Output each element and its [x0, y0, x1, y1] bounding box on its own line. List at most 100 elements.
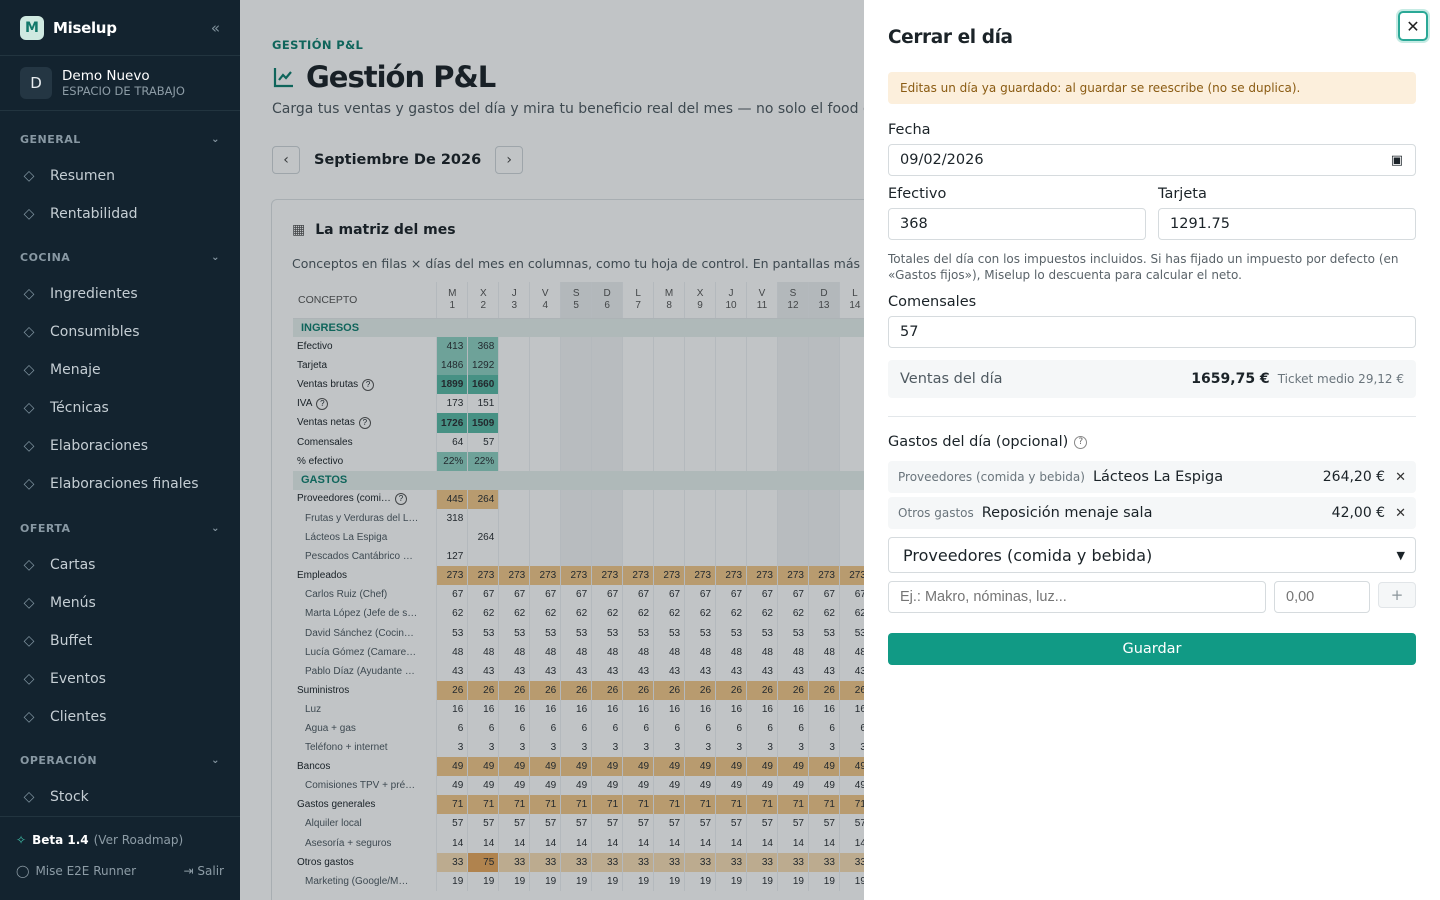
divider	[888, 416, 1416, 417]
chevron-down-icon: ⌄	[211, 133, 220, 145]
day-sales-value: 1659,75 €	[1191, 371, 1270, 387]
close-day-drawer: ✕ Cerrar el día Editas un día ya guardad…	[864, 0, 1440, 900]
day-sales-summary: Ventas del día 1659,75 € Ticket medio 29…	[888, 360, 1416, 398]
expense-concept-input[interactable]	[888, 581, 1266, 613]
expense-amount: 264,20 €	[1322, 469, 1386, 485]
expense-category-select[interactable]: Proveedores (comida y bebida) ▼	[888, 537, 1416, 573]
cloche-icon: ◇	[23, 633, 35, 649]
workspace-switcher[interactable]: D Demo Nuevo ESPACIO DE TRABAJO	[0, 56, 240, 111]
calendar-icon[interactable]: ▣	[1391, 153, 1403, 168]
sidebar: M Miselup « D Demo Nuevo ESPACIO DE TRAB…	[0, 0, 240, 900]
collapse-sidebar-icon[interactable]: «	[211, 19, 220, 37]
carrot-icon: ◇	[23, 286, 35, 302]
sidebar-item-label: Elaboraciones	[50, 438, 149, 454]
package-icon: ◇	[23, 789, 35, 805]
drawer-title: Cerrar el día	[888, 27, 1013, 48]
sidebar-item[interactable]: ◇ Stock	[0, 778, 240, 816]
sidebar-item-label: Menús	[50, 595, 96, 611]
close-icon: ✕	[1406, 16, 1420, 36]
clipboard-icon: ◇	[23, 595, 35, 611]
sidebar-item-label: Consumibles	[50, 324, 140, 340]
sidebar-item[interactable]: ◇ Rentabilidad	[0, 195, 240, 233]
sidebar-item[interactable]: ◇ Elaboraciones finales	[0, 465, 240, 503]
help-icon[interactable]: ?	[1074, 435, 1088, 449]
sidebar-item[interactable]: ◇ Cartas	[0, 546, 240, 584]
sidebar-footer: ✧ Beta 1.4 (Ver Roadmap) ◯ Mise E2E Runn…	[0, 816, 240, 878]
remove-expense-icon[interactable]: ✕	[1395, 470, 1406, 485]
tarjeta-input[interactable]: 1291.75	[1158, 208, 1416, 240]
sidebar-item-label: Eventos	[50, 671, 106, 687]
nav-section-title: COCINA	[20, 250, 71, 264]
expense-row: Proveedores (comida y bebida) Lácteos La…	[888, 461, 1416, 493]
expense-row: Otros gastos Reposición menaje sala 42,0…	[888, 497, 1416, 529]
roadmap-link[interactable]: (Ver Roadmap)	[94, 833, 184, 847]
user-icon: ◯	[16, 864, 30, 878]
logout-button[interactable]: ⇥ Salir	[184, 864, 224, 878]
nav-section-title: OFERTA	[20, 521, 71, 535]
sparkle-icon: ✧	[16, 833, 27, 847]
nav-section-header[interactable]: OFERTA ⌄	[0, 517, 240, 539]
workspace-name: Demo Nuevo	[62, 67, 150, 84]
expenses-title-row: Gastos del día (opcional) ?	[888, 434, 1088, 450]
logout-icon: ⇥	[183, 864, 198, 878]
sidebar-item-label: Rentabilidad	[50, 206, 138, 222]
nav-section: COCINA ⌄ ◇ Ingredientes ◇ Consumibles ◇ Menaje ◇…	[0, 246, 240, 503]
sidebar-item[interactable]: ◇ Clientes	[0, 698, 240, 736]
user-row: ◯ Mise E2E Runner ⇥ Salir	[16, 864, 224, 878]
selected-category: Proveedores (comida y bebida)	[903, 545, 1153, 565]
nav-section: OPERACIÓN ⌄ ◇ Stock	[0, 749, 240, 816]
sidebar-item[interactable]: ◇ Resumen	[0, 157, 240, 195]
sidebar-item[interactable]: ◇ Eventos	[0, 660, 240, 698]
party-icon: ◇	[23, 671, 35, 687]
chevron-down-icon: ⌄	[211, 522, 220, 534]
expense-amount: 42,00 €	[1331, 505, 1386, 521]
edit-warning: Editas un día ya guardado: al guardar se…	[888, 72, 1416, 104]
grid-icon: ◇	[23, 168, 35, 184]
bar-chart-icon: ◇	[23, 206, 35, 222]
user-name: Mise E2E Runner	[35, 864, 137, 878]
book-icon: ◇	[23, 557, 35, 573]
close-drawer-button[interactable]: ✕	[1398, 11, 1428, 41]
nav-section-title: OPERACIÓN	[20, 753, 98, 767]
brand-bar: M Miselup «	[0, 0, 240, 56]
sidebar-item-label: Clientes	[50, 709, 107, 725]
sidebar-item[interactable]: ◇ Elaboraciones	[0, 427, 240, 465]
workspace-avatar: D	[20, 67, 52, 99]
nav-section-header[interactable]: COCINA ⌄	[0, 246, 240, 268]
chevron-down-icon: ⌄	[211, 754, 220, 766]
expense-category: Otros gastos	[898, 506, 974, 520]
tax-help-text: Totales del día con los impuestos inclui…	[888, 252, 1399, 282]
sidebar-item[interactable]: ◇ Buffet	[0, 622, 240, 660]
sidebar-item-label: Elaboraciones finales	[50, 476, 199, 492]
nav-section-title: GENERAL	[20, 132, 81, 146]
expense-name: Lácteos La Espiga	[1092, 469, 1224, 485]
sidebar-item[interactable]: ◇ Técnicas	[0, 389, 240, 427]
box-icon: ◇	[23, 324, 35, 340]
expense-amount-input[interactable]	[1274, 581, 1370, 613]
save-button[interactable]: Guardar	[888, 633, 1416, 665]
comensales-input[interactable]: 57	[888, 316, 1416, 348]
modal-overlay[interactable]	[240, 0, 864, 900]
nav-section-header[interactable]: OPERACIÓN ⌄	[0, 749, 240, 771]
beta-link[interactable]: ✧ Beta 1.4 (Ver Roadmap)	[16, 833, 224, 847]
sidebar-item[interactable]: ◇ Menús	[0, 584, 240, 622]
sidebar-item-label: Menaje	[50, 362, 101, 378]
sidebar-item-label: Cartas	[50, 557, 96, 573]
nav-section: OFERTA ⌄ ◇ Cartas ◇ Menús ◇ Buffet ◇ Eventos ◇ Clie…	[0, 517, 240, 736]
graduation-icon: ◇	[23, 400, 35, 416]
efectivo-input[interactable]: 368	[888, 208, 1146, 240]
beta-version: Beta 1.4	[32, 833, 89, 847]
add-expense-button[interactable]: +	[1378, 582, 1416, 608]
sidebar-item[interactable]: ◇ Menaje	[0, 351, 240, 389]
tarjeta-label: Tarjeta	[1158, 186, 1207, 202]
sidebar-item-label: Resumen	[50, 168, 116, 184]
nav-section-header[interactable]: GENERAL ⌄	[0, 128, 240, 150]
workspace-type: ESPACIO DE TRABAJO	[62, 83, 185, 98]
fecha-input[interactable]: 09/02/2026 ▣	[888, 144, 1416, 176]
remove-expense-icon[interactable]: ✕	[1395, 506, 1406, 521]
sidebar-item[interactable]: ◇ Ingredientes	[0, 275, 240, 313]
sidebar-item-label: Ingredientes	[50, 286, 138, 302]
comensales-label: Comensales	[888, 294, 977, 310]
sidebar-item[interactable]: ◇ Consumibles	[0, 313, 240, 351]
logout-label: Salir	[197, 864, 224, 878]
